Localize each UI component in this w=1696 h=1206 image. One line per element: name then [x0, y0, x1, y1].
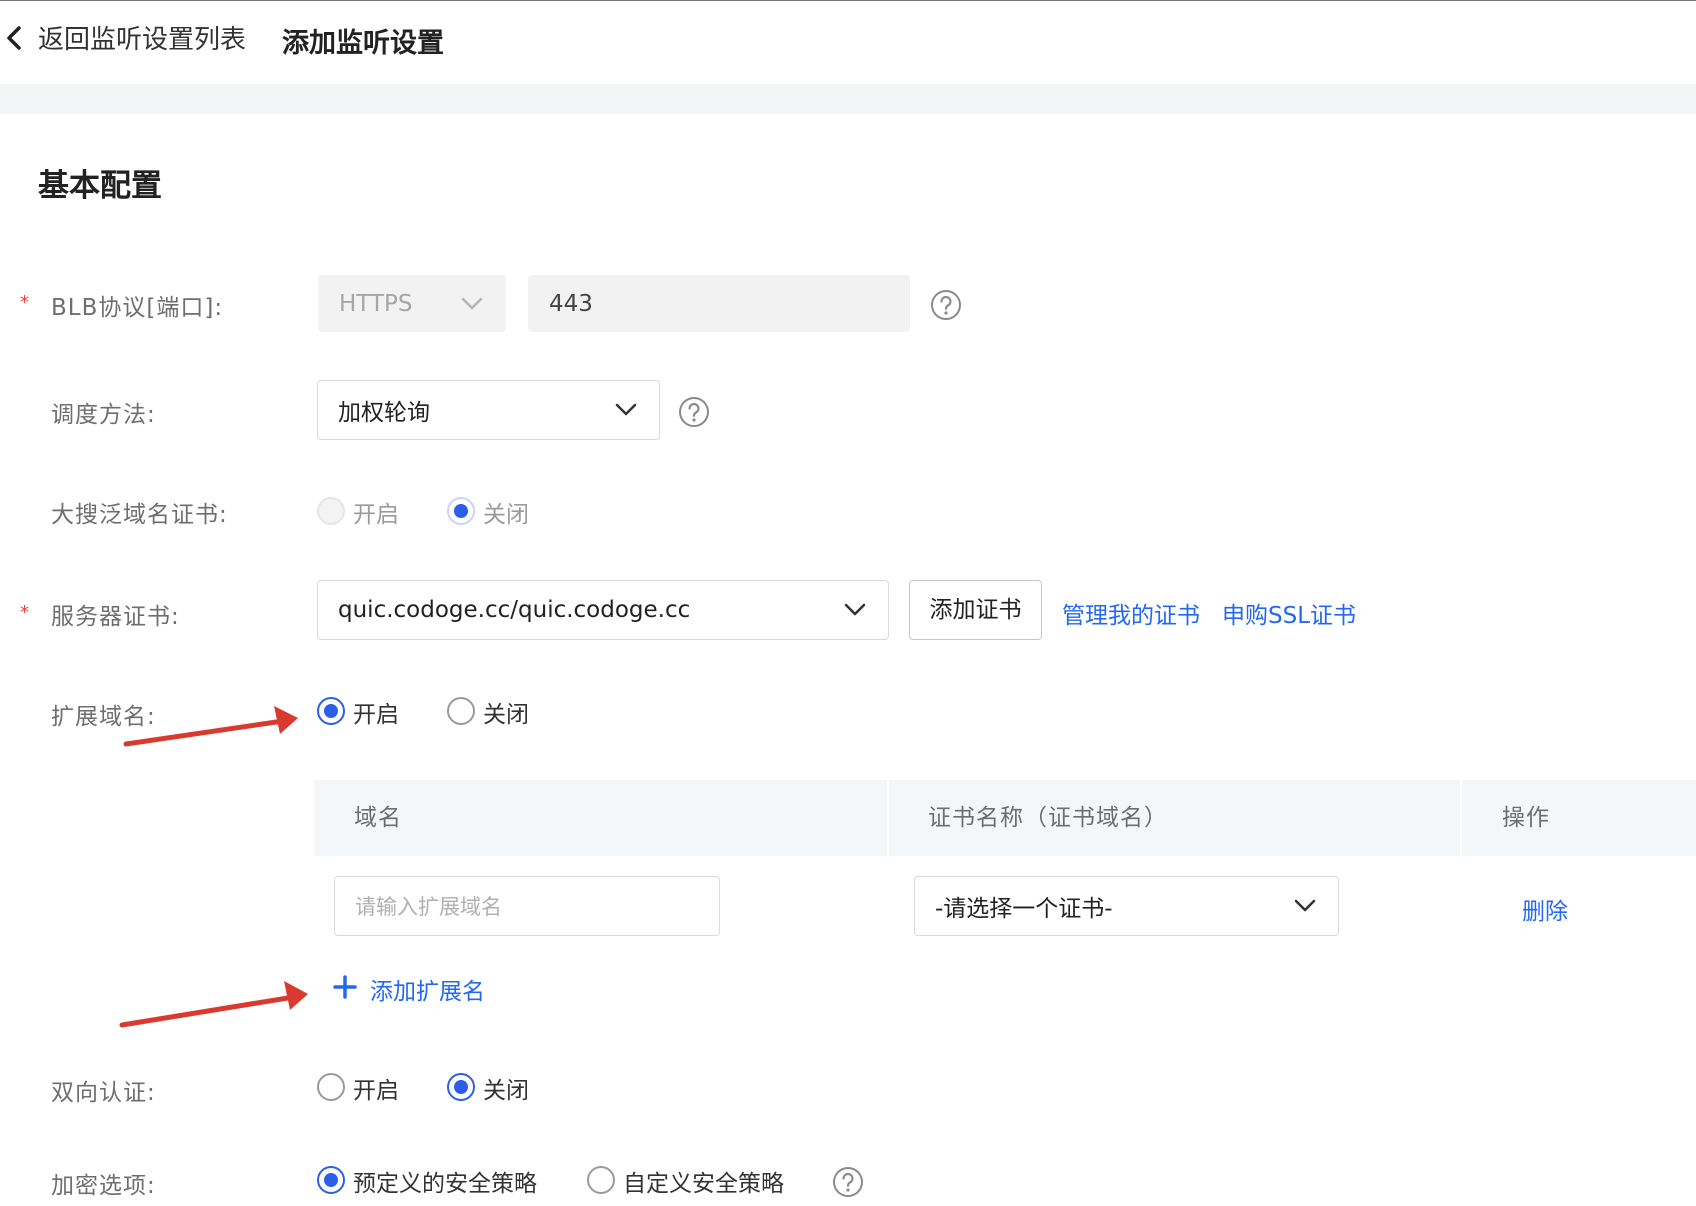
page-title: 添加监听设置 [282, 28, 444, 59]
port-input: 443 [528, 275, 910, 332]
ext-domain-table-header: 域名 证书名称（证书域名） 操作 [314, 780, 1696, 856]
add-certificate-button[interactable]: 添加证书 [909, 580, 1042, 640]
help-icon[interactable] [832, 1166, 864, 1198]
column-divider [887, 780, 889, 856]
chevron-left-icon[interactable] [5, 25, 23, 51]
schedule-method-value: 加权轮询 [338, 400, 430, 426]
column-header-domain: 域名 [354, 805, 402, 831]
server-cert-value: quic.codoge.cc/quic.codoge.cc [338, 597, 691, 623]
ext-domain-cert-select[interactable]: -请选择一个证书- [914, 876, 1339, 936]
chevron-down-icon [461, 297, 483, 309]
section-title: 基本配置 [38, 168, 162, 204]
encryption-options-label: 加密选项: [51, 1173, 156, 1199]
column-divider [1460, 780, 1462, 856]
column-header-action: 操作 [1502, 805, 1550, 831]
ext-domain-input[interactable]: 请输入扩展域名 [334, 876, 720, 936]
mutual-auth-label: 双向认证: [51, 1080, 156, 1106]
annotation-arrow-icon [119, 981, 308, 1028]
port-input-value: 443 [549, 290, 593, 317]
schedule-method-select[interactable]: 加权轮询 [317, 380, 660, 440]
header-divider-band [0, 84, 1696, 114]
annotation-arrow-icon [123, 706, 298, 747]
protocol-select-value: HTTPS [339, 290, 413, 317]
delete-row-link[interactable]: 删除 [1522, 892, 1568, 926]
help-icon[interactable] [678, 396, 710, 428]
chevron-down-icon [844, 603, 866, 616]
protocol-select: HTTPS [318, 275, 506, 332]
plus-icon[interactable] [332, 974, 358, 1000]
wildcard-cert-label: 大搜泛域名证书: [51, 502, 228, 528]
protocol-port-label: BLB协议[端口]: [51, 295, 224, 321]
column-header-cert-name: 证书名称（证书域名） [928, 805, 1168, 831]
manage-my-certs-link[interactable]: 管理我的证书 [1062, 596, 1200, 630]
help-icon[interactable] [930, 289, 962, 321]
required-mark: * [20, 292, 29, 313]
server-cert-label: 服务器证书: [51, 604, 180, 630]
required-mark: * [20, 602, 29, 623]
schedule-method-label: 调度方法: [51, 402, 156, 428]
server-cert-select[interactable]: quic.codoge.cc/quic.codoge.cc [317, 580, 889, 640]
buy-ssl-cert-link[interactable]: 申购SSL证书 [1222, 596, 1356, 630]
chevron-down-icon [1294, 899, 1316, 912]
top-bar: 返回监听设置列表 添加监听设置 [0, 0, 1696, 85]
chevron-down-icon [615, 403, 637, 416]
back-to-listener-list-link[interactable]: 返回监听设置列表 [38, 19, 246, 56]
add-extension-link[interactable]: 添加扩展名 [370, 972, 485, 1006]
